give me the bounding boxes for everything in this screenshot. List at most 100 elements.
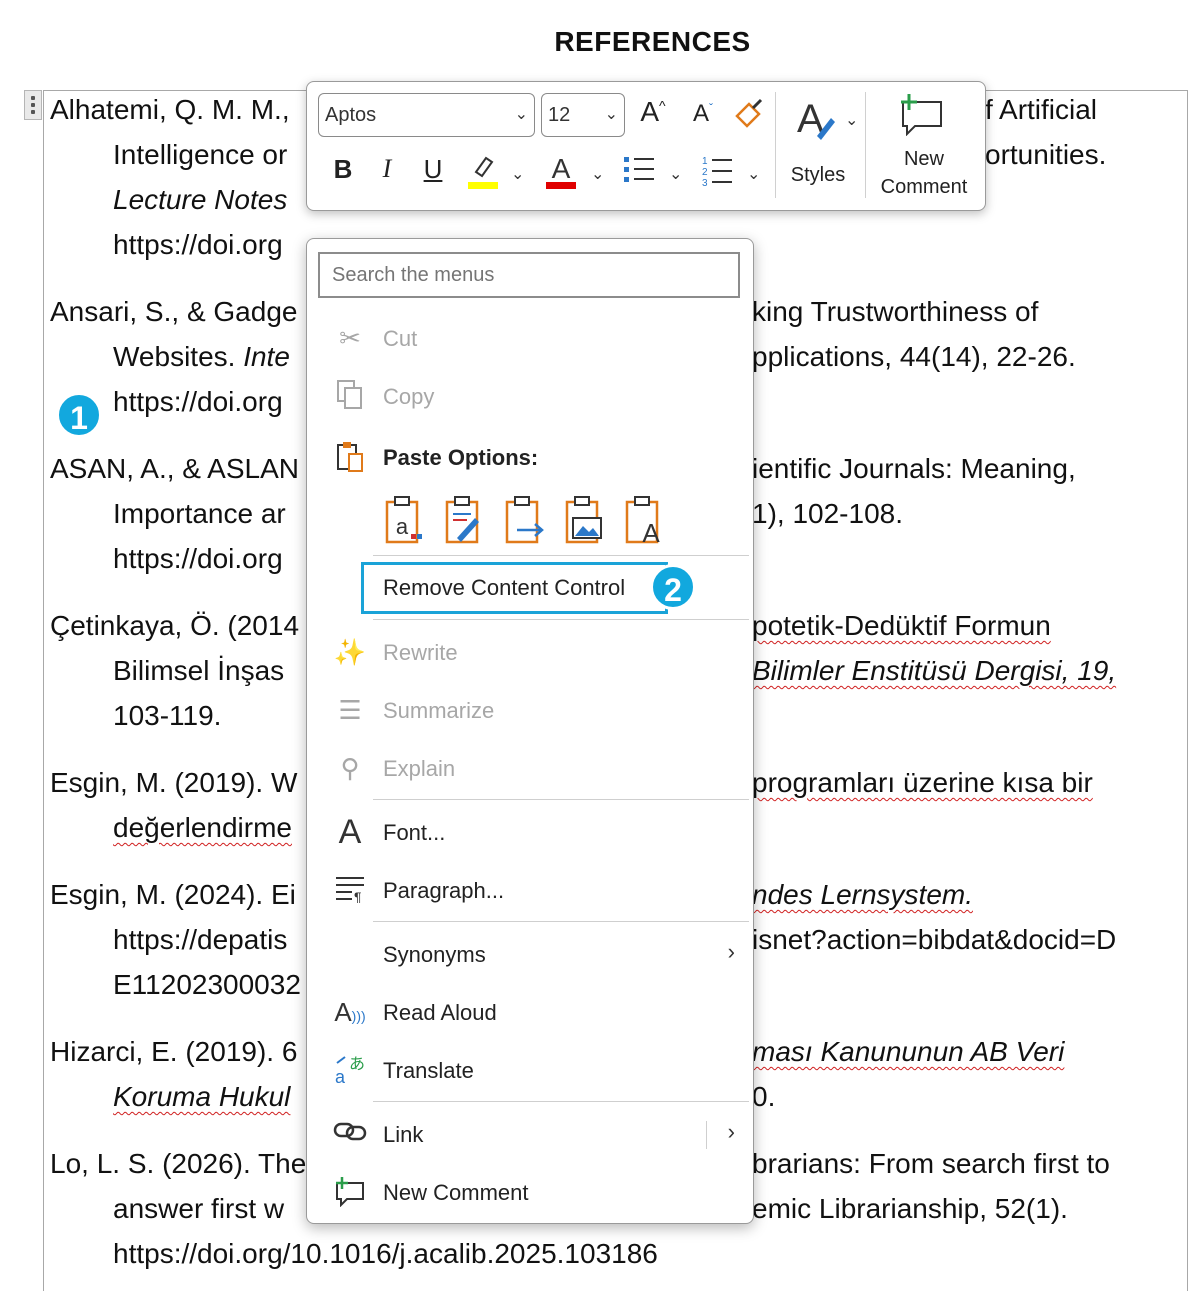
new-comment-icon	[897, 92, 947, 143]
paste-options-header: Paste Options:	[307, 432, 753, 484]
font-size-combobox[interactable]: 12 ⌄	[541, 93, 625, 137]
reference-text-italic: Inte	[243, 341, 290, 372]
menu-separator	[373, 1101, 749, 1102]
font-name-value: Aptos	[325, 104, 377, 126]
italic-button[interactable]: I	[373, 154, 401, 184]
paste-picture-icon[interactable]	[563, 494, 605, 546]
shrink-font-icon[interactable]: Aˇ	[685, 100, 721, 128]
copy-icon	[333, 379, 367, 413]
font-color-button[interactable]: A	[543, 152, 579, 197]
reference-text: E11202300032	[113, 969, 301, 1000]
chevron-down-icon: ⌄	[604, 106, 618, 123]
reference-text: https://doi.org	[113, 543, 283, 574]
reference-text: answer first w	[113, 1193, 285, 1224]
numbering-icon[interactable]: 123	[699, 154, 735, 195]
chevron-right-icon[interactable]: ›	[728, 1119, 735, 1145]
menu-item-label: Paragraph...	[383, 878, 505, 903]
paste-keep-text-only-icon[interactable]: A	[623, 494, 665, 548]
menu-item-label: Translate	[383, 1058, 474, 1083]
reference-text: Çetinkaya, Ö. (2014	[50, 610, 300, 641]
reference-text: Lo, L. S. (2026). The	[50, 1148, 307, 1179]
reference-text: https://doi.org/10.1016/j.acalib.2025.10…	[113, 1238, 658, 1269]
rewrite-sparkle-icon: ✨	[333, 637, 367, 667]
menu-item-explain[interactable]: ⚲ Explain	[307, 743, 753, 795]
menu-item-link[interactable]: Link ›	[307, 1109, 753, 1161]
paste-merge-formatting-icon[interactable]	[443, 494, 485, 546]
styles-button[interactable]: A ⌄ Styles	[783, 88, 863, 200]
bold-button[interactable]: B	[329, 154, 357, 185]
chevron-down-icon[interactable]: ⌄	[747, 164, 760, 184]
reference-text: Alhatemi, Q. M. M.,	[50, 94, 290, 125]
reference-text: pplications, 44(14), 22-26.	[752, 341, 1076, 372]
menu-item-label: Explain	[383, 756, 456, 781]
menu-item-cut[interactable]: ✂ Cut	[307, 313, 753, 365]
reference-text: ması Kanununun AB Veri	[752, 1036, 1065, 1067]
scissors-icon: ✂	[339, 323, 361, 353]
svg-text:A: A	[552, 153, 571, 184]
menu-item-translate[interactable]: aあ Translate	[307, 1045, 753, 1097]
paste-icon	[333, 440, 367, 474]
paste-options-label: Paste Options:	[383, 445, 539, 470]
reference-text: programları üzerine kısa bir	[752, 767, 1093, 798]
reference-text: ientific Journals: Meaning,	[752, 453, 1076, 484]
format-painter-icon[interactable]	[729, 96, 769, 139]
reference-text: ASAN, A., & ASLAN	[50, 453, 300, 484]
reference-text: https://doi.org	[113, 386, 283, 417]
menu-item-synonyms[interactable]: Synonyms ›	[307, 929, 753, 981]
reference-text: brarians: From search first to	[752, 1148, 1110, 1179]
step-badge-2: 2	[650, 564, 696, 610]
reference-text: emic Librarianship, 52(1).	[752, 1193, 1068, 1224]
new-comment-label-line1: New	[903, 148, 944, 170]
content-control-handle[interactable]	[24, 90, 42, 120]
menu-item-label: Cut	[383, 326, 418, 351]
explain-icon: ⚲	[340, 753, 360, 783]
reference-text: isnet?action=bibdat&docid=D	[752, 924, 1117, 955]
highlight-frame	[361, 562, 668, 614]
reference-text: https://depatis	[113, 924, 288, 955]
context-menu: ✂ Cut Copy Paste Options: a A Remove	[306, 238, 754, 1224]
underline-button[interactable]: U	[419, 154, 447, 185]
menu-item-copy[interactable]: Copy	[307, 371, 753, 423]
reference-text: Esgin, M. (2024). Ei	[50, 879, 296, 910]
styles-label: Styles	[790, 164, 846, 186]
paste-keep-source-icon[interactable]: a	[383, 494, 425, 546]
menu-separator	[373, 921, 749, 922]
paste-options-row: a A	[383, 494, 703, 550]
reference-text: f Artificial	[985, 94, 1098, 125]
chevron-down-icon: ⌄	[514, 106, 528, 123]
summarize-icon: ☰	[338, 695, 362, 725]
menu-item-paragraph[interactable]: ¶ Paragraph...	[307, 865, 753, 917]
step-badge-1: 1	[56, 392, 102, 438]
highlight-color-button[interactable]	[465, 152, 501, 197]
chevron-down-icon[interactable]: ⌄	[511, 164, 524, 184]
bullets-icon[interactable]	[621, 154, 657, 193]
menu-item-font[interactable]: A Font...	[307, 807, 753, 859]
svg-text:1: 1	[702, 156, 708, 167]
menu-item-new-comment[interactable]: New Comment	[307, 1167, 753, 1219]
paragraph-icon: ¶	[333, 873, 367, 907]
reference-text: king Trustworthiness of	[752, 296, 1039, 327]
reference-text: Ansari, S., & Gadge	[50, 296, 298, 327]
translate-icon: aあ	[333, 1053, 367, 1087]
menu-item-rewrite[interactable]: ✨ Rewrite	[307, 627, 753, 679]
reference-text: Importance ar	[113, 498, 286, 529]
font-icon: A	[338, 813, 362, 851]
menu-item-read-aloud[interactable]: A))) Read Aloud	[307, 987, 753, 1039]
reference-text: Esgin, M. (2019). W	[50, 767, 298, 798]
new-comment-button[interactable]: New Comment	[869, 88, 979, 202]
reference-text: değerlendirme	[113, 812, 292, 843]
menu-item-label: Summarize	[383, 698, 495, 723]
font-name-combobox[interactable]: Aptos ⌄	[318, 93, 535, 137]
search-menus-input[interactable]	[318, 252, 740, 298]
read-aloud-icon: A)))	[334, 997, 366, 1027]
menu-item-summarize[interactable]: ☰ Summarize	[307, 685, 753, 737]
reference-text: Intelligence or	[113, 139, 288, 170]
paste-text-only-arrow-icon[interactable]	[503, 494, 545, 546]
chevron-down-icon[interactable]: ⌄	[669, 164, 682, 184]
menu-item-label: New Comment	[383, 1180, 529, 1205]
menu-item-label: Synonyms	[383, 942, 486, 967]
reference-text: potetik-Dedüktif Formun	[752, 610, 1051, 641]
grow-font-icon[interactable]: A^	[635, 96, 671, 128]
reference-text: Bilimsel İnşas	[113, 655, 285, 686]
chevron-down-icon[interactable]: ⌄	[591, 164, 604, 184]
